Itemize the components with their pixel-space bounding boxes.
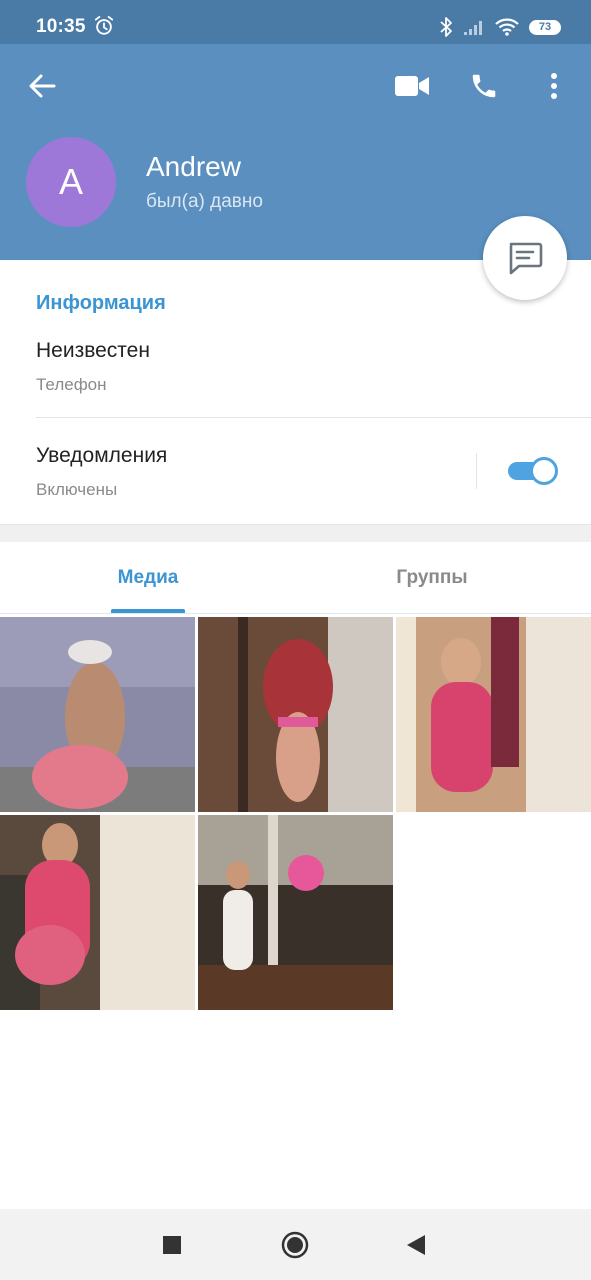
photo-image [0, 617, 195, 812]
recents-button[interactable] [154, 1227, 190, 1263]
photo-image [198, 815, 393, 1010]
phone-label: Телефон [36, 375, 107, 394]
wifi-icon [495, 18, 519, 36]
tab-groups[interactable]: Группы [284, 542, 580, 614]
notifications-toggle[interactable] [508, 457, 558, 485]
divider [36, 417, 591, 418]
notifications-title: Уведомления [36, 444, 168, 467]
photo-image [198, 617, 393, 812]
phone-value: Неизвестен [36, 339, 150, 362]
photo-image [0, 815, 195, 1010]
media-thumbnail[interactable] [198, 617, 393, 812]
video-call-icon [395, 76, 429, 96]
tab-media[interactable]: Медиа [0, 542, 296, 614]
media-thumbnail[interactable] [0, 815, 195, 1010]
info-section: Информация Неизвестен Телефон Уведомлени… [0, 260, 591, 524]
home-button[interactable] [277, 1227, 313, 1263]
notifications-state: Включены [36, 480, 118, 499]
media-thumbnail[interactable] [396, 617, 591, 812]
message-icon [509, 242, 543, 275]
signal-icon [464, 21, 482, 35]
back-button[interactable] [22, 68, 62, 104]
system-nav-bar [0, 1209, 591, 1280]
message-button[interactable] [483, 216, 567, 300]
tab-indicator [111, 609, 185, 613]
section-gap [0, 524, 591, 542]
profile-status: был(а) давно [146, 191, 263, 212]
battery-icon: 73 [529, 19, 561, 35]
media-thumbnail[interactable] [0, 617, 195, 812]
home-circle-icon [281, 1231, 309, 1259]
phone-icon [472, 74, 496, 98]
avatar-letter: A [58, 161, 83, 202]
more-button[interactable] [540, 66, 568, 106]
back-triangle-icon [407, 1235, 425, 1255]
info-title: Информация [36, 292, 166, 314]
avatar[interactable]: A [26, 137, 116, 227]
status-bar: 10:35 73 [0, 0, 591, 44]
recents-square-icon [163, 1236, 181, 1254]
photo-image [396, 617, 591, 812]
media-thumbnail[interactable] [198, 815, 393, 1010]
vertical-divider [476, 453, 477, 489]
video-call-button[interactable] [390, 68, 434, 104]
back-arrow-icon [29, 74, 56, 98]
more-vertical-icon [551, 73, 557, 99]
toggle-knob [530, 457, 558, 485]
media-tabs: Медиа Группы [0, 542, 591, 614]
bluetooth-icon [440, 17, 452, 37]
status-time: 10:35 [36, 16, 86, 37]
alarm-icon [94, 15, 114, 35]
profile-name: Andrew [146, 151, 241, 182]
call-button[interactable] [464, 66, 504, 106]
back-nav-button[interactable] [398, 1227, 434, 1263]
